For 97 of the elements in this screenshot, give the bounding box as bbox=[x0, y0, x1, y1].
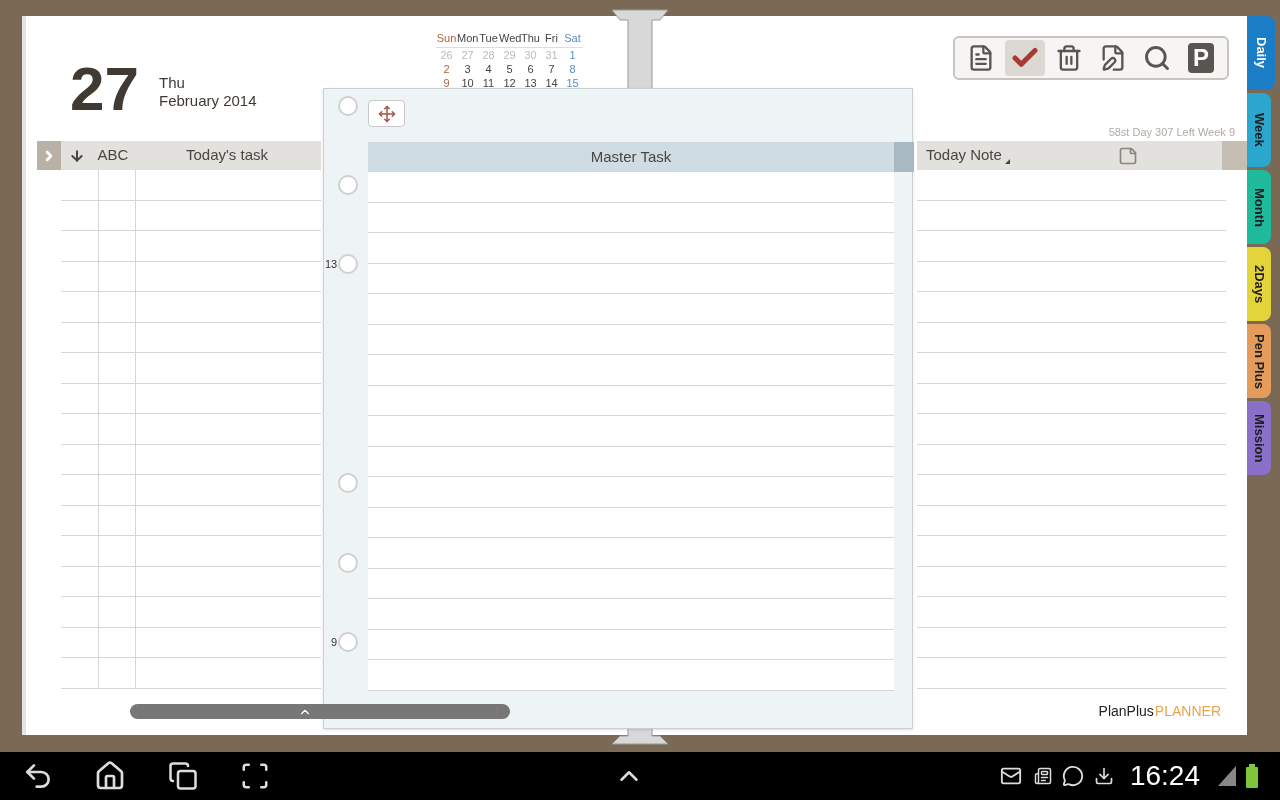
master-task-row[interactable] bbox=[368, 660, 894, 691]
task-row[interactable] bbox=[61, 536, 321, 567]
recent-apps-icon[interactable] bbox=[166, 761, 200, 791]
search-icon bbox=[1143, 44, 1171, 72]
master-task-row[interactable] bbox=[368, 446, 894, 477]
task-row[interactable] bbox=[61, 383, 321, 414]
task-row[interactable] bbox=[61, 292, 321, 323]
note-icon[interactable] bbox=[1117, 145, 1138, 166]
calendar-day[interactable]: 8 bbox=[562, 61, 583, 76]
chat-icon bbox=[1061, 765, 1084, 787]
side-tab[interactable]: Daily bbox=[1247, 16, 1275, 90]
task-row[interactable] bbox=[61, 200, 321, 231]
calendar-day[interactable]: 2 bbox=[436, 61, 457, 76]
hour-mark: 9 bbox=[329, 635, 337, 649]
master-task-row[interactable] bbox=[368, 477, 894, 508]
master-task-row[interactable] bbox=[368, 263, 894, 294]
note-title[interactable]: Today Note bbox=[926, 144, 1002, 167]
expand-toggle[interactable] bbox=[37, 141, 61, 170]
trash-icon bbox=[1055, 44, 1083, 72]
download-icon bbox=[1093, 765, 1114, 787]
sort-down-icon bbox=[69, 147, 85, 164]
side-tab[interactable]: Mission bbox=[1247, 401, 1271, 475]
weekday-header: Thu bbox=[520, 31, 541, 46]
clock: 16:24 bbox=[1129, 759, 1200, 793]
task-row[interactable] bbox=[61, 444, 321, 475]
battery-icon bbox=[1246, 764, 1258, 788]
task-row[interactable] bbox=[61, 566, 321, 597]
master-task-row[interactable] bbox=[368, 538, 894, 569]
master-task-row[interactable] bbox=[368, 568, 894, 599]
weekday-header: Sun bbox=[436, 31, 457, 46]
binder-hole bbox=[338, 254, 358, 274]
calendar-day[interactable]: 11 bbox=[478, 75, 499, 90]
news-icon bbox=[1033, 766, 1052, 786]
toolbar-button[interactable] bbox=[1005, 40, 1045, 76]
master-task-row[interactable] bbox=[368, 294, 894, 325]
task-row[interactable] bbox=[61, 505, 321, 536]
column-header: Today's task bbox=[184, 145, 270, 166]
master-task-row[interactable] bbox=[368, 599, 894, 630]
binder-hole bbox=[338, 175, 358, 195]
weekday-header: Fri bbox=[544, 31, 559, 46]
task-row[interactable] bbox=[61, 597, 321, 628]
task-row[interactable] bbox=[61, 170, 321, 201]
calendar-day[interactable]: 3 bbox=[457, 61, 478, 76]
calendar-day[interactable]: 13 bbox=[520, 75, 541, 90]
scroll-handle[interactable] bbox=[130, 704, 510, 719]
binder-hole bbox=[338, 553, 358, 573]
calendar-day[interactable]: 10 bbox=[457, 75, 478, 90]
weekday-label: Thu bbox=[158, 73, 186, 92]
weekday-header: Mon bbox=[457, 31, 478, 46]
task-row[interactable] bbox=[61, 627, 321, 658]
move-icon bbox=[377, 104, 396, 123]
binder-hole bbox=[338, 473, 358, 493]
side-tab[interactable]: Week bbox=[1247, 93, 1271, 167]
hour-mark: 13 bbox=[325, 257, 337, 271]
side-tab[interactable]: Month bbox=[1247, 170, 1271, 244]
day-number: 27 bbox=[70, 53, 139, 125]
month-year-label: February 2014 bbox=[158, 91, 257, 110]
master-task-header: Master Task bbox=[368, 142, 894, 172]
planplus-logo: PlanPlusPLANNER bbox=[1098, 702, 1221, 722]
signal-icon bbox=[1218, 766, 1236, 786]
task-row[interactable] bbox=[61, 658, 321, 689]
master-task-row[interactable] bbox=[368, 416, 894, 447]
calendar-day[interactable]: 15 bbox=[562, 75, 583, 90]
calendar-day[interactable]: 5 bbox=[499, 61, 520, 76]
move-button[interactable] bbox=[368, 100, 405, 127]
master-task-row[interactable] bbox=[368, 355, 894, 386]
side-tab[interactable]: Pen Plus bbox=[1247, 324, 1271, 398]
binder-hole bbox=[338, 96, 358, 116]
master-task-row[interactable] bbox=[368, 507, 894, 538]
binder-hole bbox=[338, 632, 358, 652]
task-row[interactable] bbox=[61, 231, 321, 262]
calendar-day[interactable]: 12 bbox=[499, 75, 520, 90]
task-row[interactable] bbox=[61, 322, 321, 353]
task-row[interactable] bbox=[61, 414, 321, 445]
header-end-block bbox=[894, 142, 914, 172]
calendar-day[interactable]: 4 bbox=[478, 61, 499, 76]
calendar-day[interactable]: 1 bbox=[562, 47, 583, 62]
master-task-row[interactable] bbox=[368, 324, 894, 355]
side-tab[interactable]: 2Days bbox=[1247, 247, 1271, 321]
calendar-day[interactable]: 6 bbox=[520, 61, 541, 76]
column-header: ABC bbox=[96, 145, 130, 166]
master-task-row[interactable] bbox=[368, 233, 894, 264]
weekday-header: Wed bbox=[499, 31, 520, 46]
calendar-day[interactable]: 7 bbox=[541, 61, 562, 76]
task-row[interactable] bbox=[61, 475, 321, 506]
calendar-day[interactable]: 9 bbox=[436, 75, 457, 90]
task-row[interactable] bbox=[61, 353, 321, 384]
master-task-row[interactable] bbox=[368, 629, 894, 660]
weekday-header: Sat bbox=[563, 31, 582, 46]
weekday-header: Tue bbox=[478, 31, 499, 46]
master-task-row[interactable] bbox=[368, 385, 894, 416]
master-task-row[interactable] bbox=[368, 172, 894, 203]
master-task-row[interactable] bbox=[368, 202, 894, 233]
task-row[interactable] bbox=[61, 261, 321, 292]
header-end-block bbox=[1222, 141, 1247, 170]
day-info: 58st Day 307 Left Week 9 bbox=[1108, 125, 1235, 140]
calendar-day[interactable]: 14 bbox=[541, 75, 562, 90]
